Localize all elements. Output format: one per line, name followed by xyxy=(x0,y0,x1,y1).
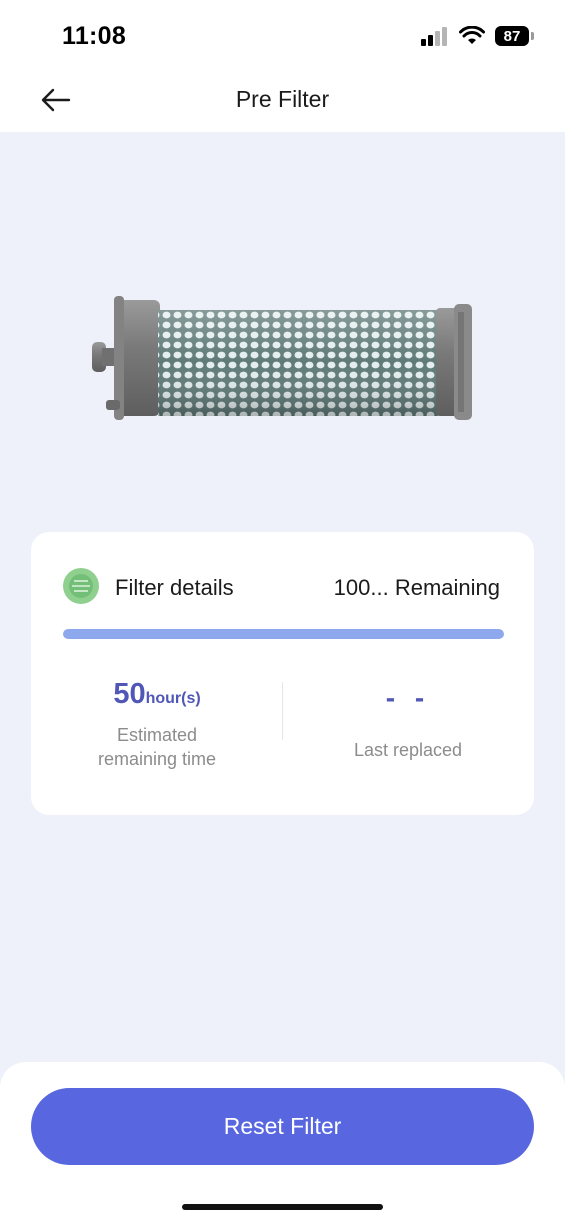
remaining-text: 100... Remaining xyxy=(333,575,500,600)
signal-icon xyxy=(421,27,447,46)
reset-filter-button[interactable]: Reset Filter xyxy=(31,1088,534,1165)
last-replaced-stat: - - Last replaced xyxy=(298,680,518,762)
battery-level: 87 xyxy=(503,27,521,45)
estimated-label: Estimated remaining time xyxy=(47,723,267,772)
estimated-remaining-stat: 50hour(s) Estimated remaining time xyxy=(47,680,267,772)
estimated-value: 50 xyxy=(113,678,146,710)
status-bar: 11:08 87 xyxy=(0,0,565,68)
stat-divider xyxy=(282,682,283,740)
card-title: Filter details xyxy=(115,575,234,600)
battery-icon: 87 xyxy=(495,26,534,46)
page-title: Pre Filter xyxy=(235,86,330,112)
estimated-label-line1: Estimated xyxy=(116,725,198,745)
home-indicator xyxy=(182,1204,383,1210)
last-replaced-label: Last replaced xyxy=(353,740,463,760)
status-icons: 87 xyxy=(421,26,534,46)
nav-bar: Pre Filter xyxy=(0,68,565,132)
filter-life-progress xyxy=(63,629,504,639)
card-header: Filter details 100... Remaining xyxy=(63,568,500,604)
estimated-unit: hour(s) xyxy=(145,690,201,707)
estimated-label-line2: remaining time xyxy=(97,749,217,770)
filter-badge-icon xyxy=(63,568,99,604)
status-time: 11:08 xyxy=(62,22,127,50)
progress-fill xyxy=(63,629,504,639)
pre-filter-image xyxy=(92,296,472,420)
last-replaced-value: - - xyxy=(385,682,431,713)
bottom-panel: Reset Filter xyxy=(0,1062,565,1222)
filter-details-card: Filter details 100... Remaining 50hour(s… xyxy=(31,532,534,815)
wifi-icon xyxy=(459,26,485,44)
